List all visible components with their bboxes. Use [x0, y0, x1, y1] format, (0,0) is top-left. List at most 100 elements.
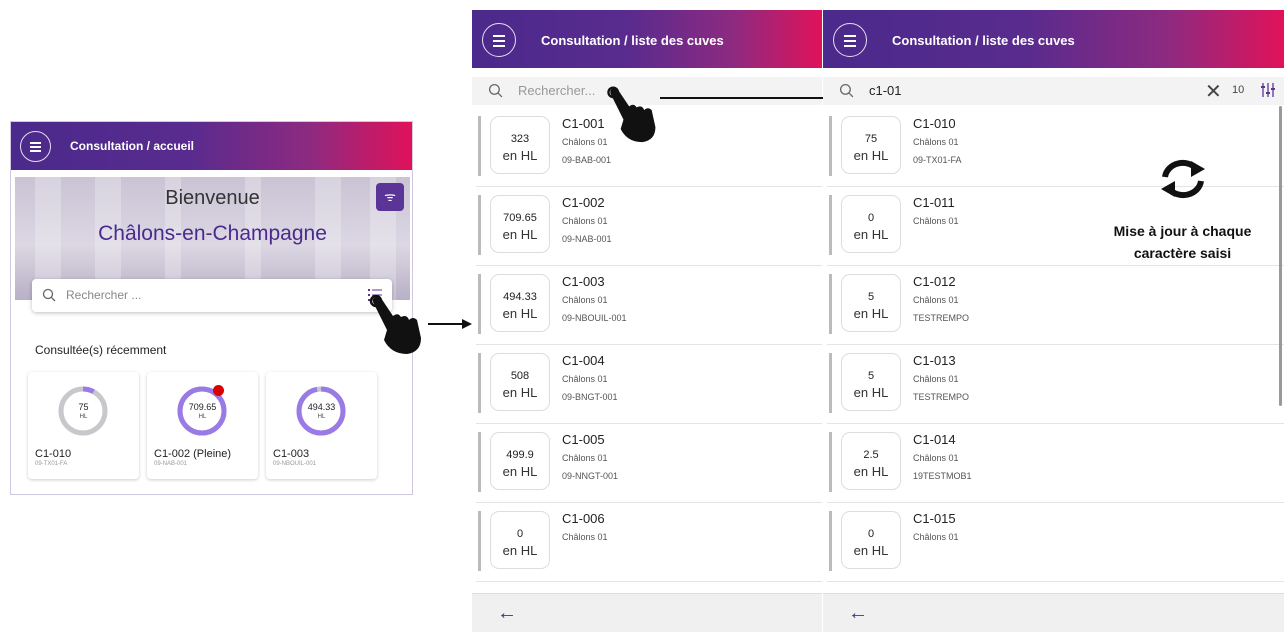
gauge-unit: HL: [317, 414, 326, 420]
tank-code: 09-TX01-FA: [913, 155, 962, 165]
volume-value: 0: [867, 212, 875, 224]
list-item[interactable]: 0 en HL C1-006 Châlons 01: [476, 502, 822, 582]
volume-value: 2.5: [863, 449, 879, 461]
list-item[interactable]: 75 en HL C1-010 Châlons 01 09-TX01-FA: [827, 107, 1284, 187]
volume-unit: en HL: [853, 227, 889, 242]
tank-site: Châlons 01: [562, 295, 608, 305]
volume-value: 709.65: [503, 212, 537, 224]
volume-unit: en HL: [502, 306, 538, 321]
list-app-bar: Consultation / liste des cuves: [472, 10, 822, 68]
gauge-unit: HL: [198, 414, 207, 420]
tank-name: C1-002: [562, 195, 605, 210]
recent-tank-card[interactable]: 494.33 HL C1-003 09-NBOUIL-001: [266, 372, 377, 479]
list-item[interactable]: 5 en HL C1-012 Châlons 01 TESTREMPO: [827, 265, 1284, 345]
list-item[interactable]: 0 en HL C1-015 Châlons 01: [827, 502, 1284, 582]
tank-code: TESTREMPO: [913, 392, 970, 402]
recent-section-title: Consultée(s) récemment: [35, 343, 167, 357]
volume-box: 323 en HL: [490, 116, 550, 174]
search-input[interactable]: Rechercher...: [518, 83, 595, 98]
search-bar[interactable]: Rechercher ...: [32, 279, 392, 312]
city-name: Châlons-en-Champagne: [98, 222, 327, 245]
bottom-nav: ←: [472, 593, 822, 632]
result-count: 10: [1232, 84, 1245, 96]
list-item[interactable]: 508 en HL C1-004 Châlons 01 09-BNGT-001: [476, 344, 822, 424]
clear-icon[interactable]: ✕: [1205, 79, 1222, 104]
note-line-2: caractère saisi: [1133, 245, 1232, 261]
volume-value: 508: [510, 370, 530, 382]
search-icon: [839, 83, 854, 98]
gauge-value: 709.65: [188, 402, 217, 412]
search-input[interactable]: Rechercher ...: [66, 288, 141, 302]
tank-code: 09-NAB-001: [154, 461, 188, 467]
volume-box: 75 en HL: [841, 116, 901, 174]
tank-site: Châlons 01: [562, 374, 608, 384]
tank-site: Châlons 01: [562, 453, 608, 463]
tank-site: Châlons 01: [913, 137, 959, 147]
tank-name: C1-014: [913, 432, 956, 447]
tank-site: Châlons 01: [913, 374, 959, 384]
back-arrow-icon[interactable]: ←: [848, 602, 868, 625]
volume-box: 709.65 en HL: [490, 195, 550, 253]
search-results-screen: Consultation / liste des cuves c1-01 ✕ 1…: [823, 10, 1284, 632]
tank-site: Châlons 01: [913, 453, 959, 463]
tank-code: 09-NNGT-001: [562, 471, 619, 481]
tank-code: 09-NAB-001: [562, 234, 612, 244]
volume-box: 0 en HL: [841, 195, 901, 253]
tank-name: C1-006: [562, 511, 605, 526]
arrow-icon: [428, 319, 472, 329]
volume-unit: en HL: [502, 464, 538, 479]
list-item[interactable]: 5 en HL C1-013 Châlons 01 TESTREMPO: [827, 344, 1284, 424]
tank-site: Châlons 01: [562, 216, 608, 226]
search-bar[interactable]: c1-01 ✕ 10: [823, 77, 1284, 105]
recent-tank-card[interactable]: 75 HL C1-010 09-TX01-FA: [28, 372, 139, 479]
tank-name: C1-001: [562, 116, 605, 131]
alert-badge: [213, 385, 224, 396]
back-arrow-icon[interactable]: ←: [497, 602, 517, 625]
recent-tank-card[interactable]: 709.65 HL C1-002 (Pleine) 09-NAB-001: [147, 372, 258, 479]
list-item[interactable]: 2.5 en HL C1-014 Châlons 01 19TESTMOB1: [827, 423, 1284, 503]
tank-site: Châlons 01: [913, 295, 959, 305]
tank-name: C1-010: [35, 448, 72, 460]
arrow-icon: [660, 93, 840, 103]
volume-box: 0 en HL: [841, 511, 901, 569]
tank-code: TESTREMPO: [913, 313, 970, 323]
tank-name: C1-011: [913, 195, 955, 210]
volume-value: 494.33: [503, 291, 537, 303]
tap-hand-icon: [607, 86, 656, 143]
list-item[interactable]: 494.33 en HL C1-003 Châlons 01 09-NBOUIL-001: [476, 265, 822, 345]
tank-site: Châlons 01: [913, 216, 959, 226]
search-input[interactable]: c1-01: [869, 83, 902, 98]
volume-value: 5: [867, 291, 875, 303]
volume-box: 0 en HL: [490, 511, 550, 569]
tank-name: C1-013: [913, 353, 956, 368]
volume-unit: en HL: [853, 306, 889, 321]
volume-value: 75: [864, 133, 878, 145]
volume-unit: en HL: [853, 543, 889, 558]
list-item[interactable]: 499.9 en HL C1-005 Châlons 01 09-NNGT-001: [476, 423, 822, 503]
results-app-bar: Consultation / liste des cuves: [823, 10, 1284, 68]
menu-button[interactable]: [20, 131, 51, 162]
tank-code: 09-BNGT-001: [562, 392, 618, 402]
page-title: Consultation / accueil: [70, 139, 195, 153]
nfc-scan-button[interactable]: ᯤ: [376, 183, 404, 211]
filter-icon[interactable]: [1260, 82, 1276, 98]
volume-unit: en HL: [853, 464, 889, 479]
nfc-icon: ᯤ: [384, 189, 396, 204]
tank-name: C1-010: [913, 116, 956, 131]
bottom-nav: ←: [823, 593, 1284, 632]
menu-button[interactable]: [482, 23, 516, 57]
gauge-unit: HL: [79, 414, 88, 420]
tap-hand-icon: [369, 294, 421, 354]
volume-box: 508 en HL: [490, 353, 550, 411]
gauge-value: 75: [78, 402, 89, 412]
tank-site: Châlons 01: [562, 137, 608, 147]
list-item[interactable]: 709.65 en HL C1-002 Châlons 01 09-NAB-001: [476, 186, 822, 266]
menu-button[interactable]: [833, 23, 867, 57]
volume-box: 499.9 en HL: [490, 432, 550, 490]
tank-site: Châlons 01: [562, 532, 608, 542]
volume-box: 2.5 en HL: [841, 432, 901, 490]
volume-unit: en HL: [853, 385, 889, 400]
volume-value: 0: [867, 528, 875, 540]
volume-value: 323: [510, 133, 530, 145]
tank-code: 09-NBOUIL-001: [562, 313, 627, 323]
